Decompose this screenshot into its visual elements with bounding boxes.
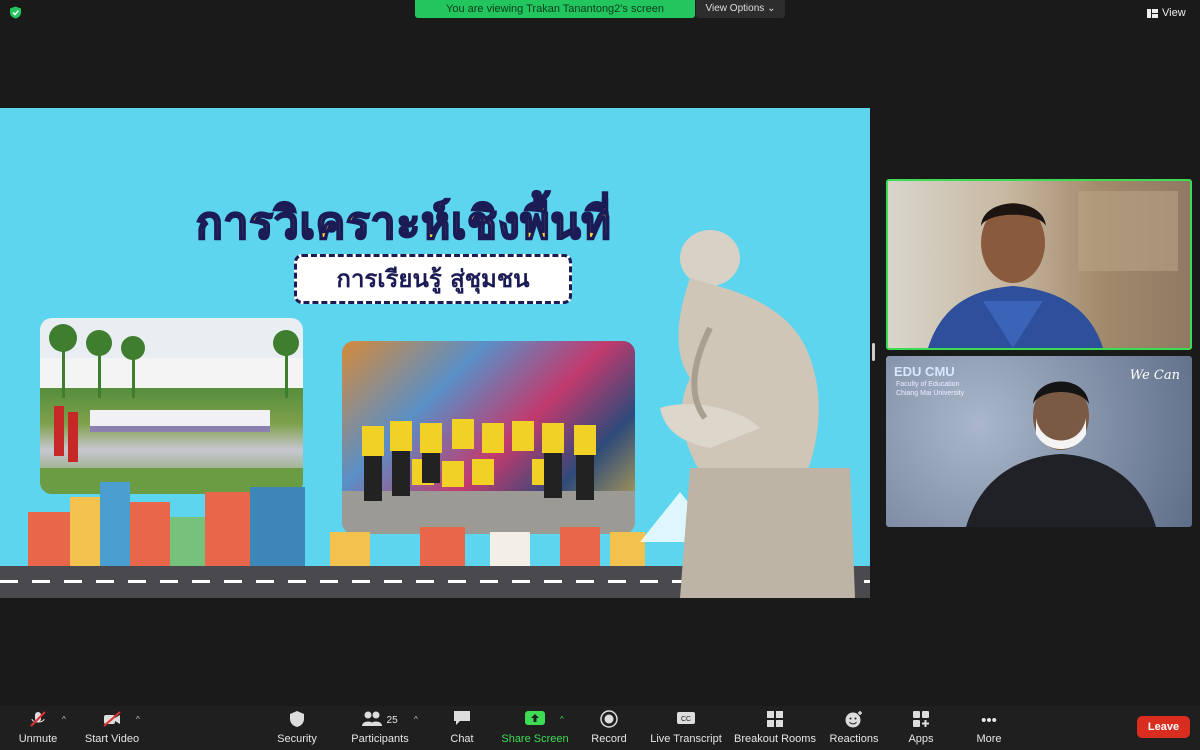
start-video-label: Start Video <box>84 733 140 745</box>
reactions-button[interactable]: Reactions <box>826 706 882 750</box>
breakout-rooms-button[interactable]: Breakout Rooms <box>734 706 816 750</box>
live-transcript-button[interactable]: CC Live Transcript <box>648 706 724 750</box>
participants-icon: 25 <box>348 710 412 732</box>
view-label: View <box>1162 7 1186 19</box>
view-grid-icon <box>1147 8 1158 18</box>
view-button[interactable]: View <box>1147 5 1186 21</box>
apps-button[interactable]: Apps <box>900 706 942 750</box>
more-icon: ••• <box>981 712 997 729</box>
video-options-caret[interactable]: ^ <box>136 715 140 724</box>
record-icon <box>586 710 632 732</box>
share-screen-button[interactable]: Share Screen <box>500 706 570 750</box>
unmute-options-caret[interactable]: ^ <box>62 715 66 724</box>
slide-photo-students <box>40 318 303 494</box>
chat-label: Chat <box>450 733 474 745</box>
chat-button[interactable]: Chat <box>442 706 482 750</box>
apps-label: Apps <box>908 733 934 745</box>
security-icon <box>272 710 322 732</box>
shield-check-icon[interactable] <box>9 6 22 19</box>
participants-label: Participants <box>351 733 409 745</box>
security-label: Security <box>277 733 317 745</box>
live-transcript-label: Live Transcript <box>650 733 722 745</box>
viewing-banner: You are viewing Trakan Tanantong2's scre… <box>415 0 695 18</box>
svg-text:CC: CC <box>681 716 691 723</box>
apps-icon <box>900 710 942 732</box>
chevron-down-icon: ⌄ <box>767 3 776 14</box>
share-screen-label: Share Screen <box>501 733 569 745</box>
more-button[interactable]: ••• More <box>968 706 1010 750</box>
participants-button[interactable]: 25 Participants <box>348 706 412 750</box>
participant-video-tile-1[interactable] <box>886 179 1192 350</box>
record-button[interactable]: Record <box>586 706 632 750</box>
unmute-button[interactable]: Unmute <box>14 706 62 750</box>
top-bar: You are viewing Trakan Tanantong2's scre… <box>0 0 1200 24</box>
leave-button[interactable]: Leave <box>1137 716 1190 738</box>
meeting-toolbar: Unmute ^ Start Video ^ Security 25 Parti… <box>0 706 1200 750</box>
view-options-label: View Options <box>705 3 765 14</box>
participant-video-tile-2[interactable]: EDU CMU Faculty of Education Chiang Mai … <box>886 356 1192 527</box>
view-options-button[interactable]: View Options ⌄ <box>696 0 785 18</box>
share-screen-options-caret[interactable]: ^ <box>560 715 564 724</box>
chat-icon <box>442 710 482 732</box>
record-label: Record <box>591 733 627 745</box>
shared-screen-slide: การวิเคราะห์เชิงพื้นที่ การเรียนรู้ สู่ช… <box>0 108 870 598</box>
unmute-label: Unmute <box>18 733 58 745</box>
participants-options-caret[interactable]: ^ <box>414 715 418 724</box>
thinker-statue-image <box>660 230 855 598</box>
resize-handle[interactable] <box>872 343 875 361</box>
slide-title: การวิเคราะห์เชิงพื้นที่ <box>195 197 612 250</box>
video-off-icon <box>82 710 142 732</box>
breakout-rooms-label: Breakout Rooms <box>734 733 816 745</box>
mic-muted-icon <box>14 710 62 732</box>
reactions-label: Reactions <box>829 733 879 745</box>
cc-icon: CC <box>648 710 724 732</box>
slide-subtitle: การเรียนรู้ สู่ชุมชน <box>294 254 572 304</box>
more-label: More <box>976 733 1002 745</box>
security-button[interactable]: Security <box>272 706 322 750</box>
participants-count: 25 <box>386 715 398 726</box>
breakout-icon <box>734 710 816 732</box>
start-video-button[interactable]: Start Video <box>82 706 142 750</box>
reactions-icon <box>826 710 882 732</box>
